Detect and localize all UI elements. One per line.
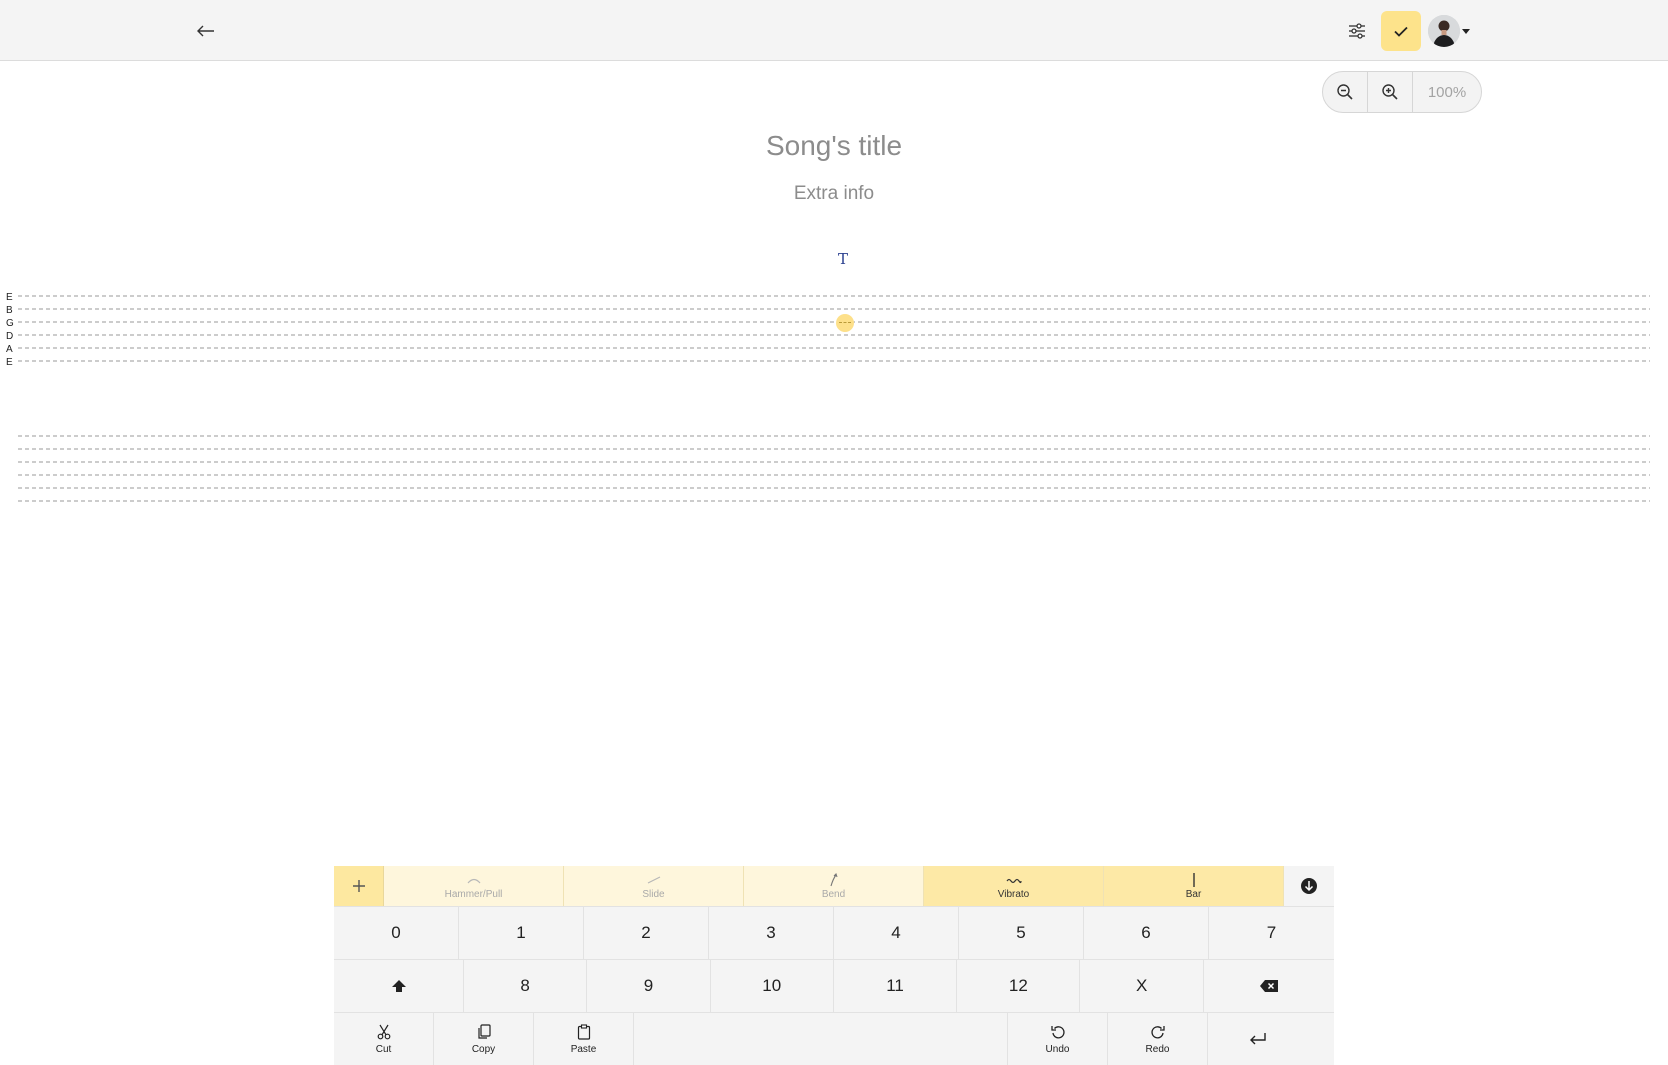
collapse-keyboard-button[interactable] xyxy=(1284,866,1334,906)
effects-row: Hammer/Pull Slide Bend Vibrato Bar xyxy=(334,866,1334,906)
key-10[interactable]: 10 xyxy=(711,960,834,1012)
slide-icon xyxy=(647,876,660,884)
enter-icon xyxy=(1250,1033,1266,1045)
effect-slide[interactable]: Slide xyxy=(564,866,744,906)
key-7[interactable]: 7 xyxy=(1209,907,1334,959)
top-bar xyxy=(0,0,1668,61)
effect-label: Hammer/Pull xyxy=(444,889,503,900)
tab-staff-1[interactable] xyxy=(0,290,1668,370)
copy-label: Copy xyxy=(471,1044,496,1055)
key-12[interactable]: 12 xyxy=(957,960,1081,1012)
back-button[interactable] xyxy=(190,18,222,44)
effect-label: Vibrato xyxy=(997,889,1030,900)
plus-icon xyxy=(352,880,365,892)
bend-icon xyxy=(829,873,838,887)
redo-icon xyxy=(1150,1026,1165,1039)
zoom-level: 100% xyxy=(1427,83,1467,101)
zoom-in-icon xyxy=(1382,84,1398,100)
effect-vibrato[interactable]: Vibrato xyxy=(924,866,1104,906)
effect-label: Slide xyxy=(642,889,665,900)
tab-keyboard: Hammer/Pull Slide Bend Vibrato Bar 0 1 2… xyxy=(334,866,1334,1065)
caret-down-icon xyxy=(1462,28,1470,34)
confirm-button[interactable] xyxy=(1381,11,1421,51)
zoom-control: 100% xyxy=(1322,71,1482,113)
number-row-2: 8 9 10 11 12 X xyxy=(334,959,1334,1012)
tab-staff-2[interactable] xyxy=(0,430,1668,510)
key-2[interactable]: 2 xyxy=(584,907,709,959)
add-button[interactable] xyxy=(334,866,384,906)
scissors-icon xyxy=(377,1024,390,1040)
effect-label: Bend xyxy=(821,889,846,900)
enter-key[interactable] xyxy=(1208,1013,1308,1065)
tools-row: Cut Copy Paste Undo Redo xyxy=(334,1012,1334,1065)
song-title[interactable]: Song's title xyxy=(0,130,1668,162)
key-11[interactable]: 11 xyxy=(834,960,958,1012)
tools-spacer xyxy=(634,1013,1008,1065)
key-9[interactable]: 9 xyxy=(587,960,711,1012)
edit-cursor[interactable] xyxy=(836,314,854,332)
sliders-icon xyxy=(1349,23,1365,39)
check-icon xyxy=(1394,26,1408,37)
zoom-out-icon xyxy=(1337,84,1353,100)
tab-marker: T xyxy=(838,250,849,268)
cut-label: Cut xyxy=(375,1044,392,1055)
cut-button[interactable]: Cut xyxy=(334,1013,434,1065)
arc-icon xyxy=(467,878,480,884)
number-row-1: 0 1 2 3 4 5 6 7 xyxy=(334,906,1334,959)
effect-hammer-pull[interactable]: Hammer/Pull xyxy=(384,866,564,906)
undo-label: Undo xyxy=(1045,1044,1070,1055)
undo-button[interactable]: Undo xyxy=(1008,1013,1108,1065)
key-5[interactable]: 5 xyxy=(959,907,1084,959)
bar-icon xyxy=(1192,873,1195,887)
effect-label: Bar xyxy=(1185,889,1202,900)
key-4[interactable]: 4 xyxy=(834,907,959,959)
zoom-out-button[interactable] xyxy=(1323,72,1368,112)
key-8[interactable]: 8 xyxy=(464,960,588,1012)
avatar xyxy=(1428,15,1460,47)
undo-icon xyxy=(1050,1026,1065,1039)
wave-icon xyxy=(1006,878,1022,884)
user-menu[interactable] xyxy=(1428,14,1472,48)
zoom-in-button[interactable] xyxy=(1368,72,1413,112)
key-3[interactable]: 3 xyxy=(709,907,834,959)
arrow-left-icon xyxy=(197,25,214,37)
settings-button[interactable] xyxy=(1342,17,1372,45)
redo-label: Redo xyxy=(1145,1044,1170,1055)
copy-button[interactable]: Copy xyxy=(434,1013,534,1065)
key-1[interactable]: 1 xyxy=(459,907,584,959)
shift-key[interactable] xyxy=(334,960,464,1012)
paste-button[interactable]: Paste xyxy=(534,1013,634,1065)
shift-icon xyxy=(391,980,406,992)
effect-bend[interactable]: Bend xyxy=(744,866,924,906)
backspace-icon xyxy=(1259,980,1278,992)
key-x[interactable]: X xyxy=(1080,960,1204,1012)
arrow-down-circle-icon xyxy=(1301,878,1317,894)
backspace-key[interactable] xyxy=(1204,960,1334,1012)
copy-icon xyxy=(477,1024,491,1039)
effect-bar[interactable]: Bar xyxy=(1104,866,1284,906)
redo-button[interactable]: Redo xyxy=(1108,1013,1208,1065)
extra-info[interactable]: Extra info xyxy=(0,183,1668,205)
key-0[interactable]: 0 xyxy=(334,907,459,959)
key-6[interactable]: 6 xyxy=(1084,907,1209,959)
paste-label: Paste xyxy=(570,1044,597,1055)
clipboard-icon xyxy=(577,1024,590,1040)
